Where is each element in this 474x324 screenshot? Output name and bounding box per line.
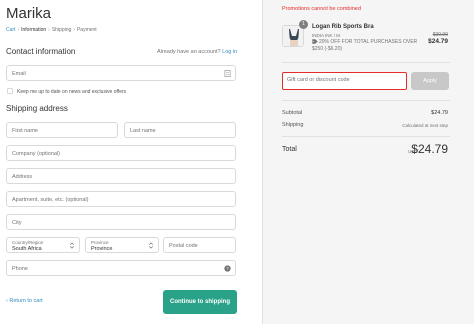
address-placeholder: Address [12,174,33,180]
postal-code-placeholder: Postal code [169,243,198,249]
total-label: Total [282,146,297,153]
email-field[interactable]: Email [6,65,236,81]
contact-title: Contact information [6,47,76,56]
discount-code-input[interactable]: Gift card or discount code [282,72,407,90]
first-name-placeholder: First name [12,128,38,134]
province-value: Province [91,246,113,252]
contact-card-icon [224,70,231,77]
divider [282,100,450,101]
chevron-updown-icon [149,242,153,249]
province-label: Province [91,240,109,245]
breadcrumb-separator: › [48,27,50,33]
country-select[interactable]: Country/Region South Africa [6,237,80,253]
login-link[interactable]: Log in [222,49,237,55]
company-field[interactable]: Company (optional) [6,145,236,161]
product-discount: 20% OFF FOR TOTAL PURCHASES OVER $250 (-… [312,39,424,53]
city-placeholder: City [12,220,22,226]
store-name: Marika [6,5,52,22]
divider [282,62,450,63]
email-placeholder: Email [12,71,26,77]
subtotal-value: $24.79 [431,110,448,116]
product-variant: INDIA INK / M [312,33,341,38]
promo-error-message: Promotions cannot be combined [282,6,361,12]
province-select[interactable]: Province Province [85,237,159,253]
shipping-title: Shipping address [6,104,68,113]
breadcrumb-payment: Payment [76,27,97,33]
company-placeholder: Company (optional) [12,151,60,157]
country-label: Country/Region [12,240,44,245]
apartment-placeholder: Apartment, suite, etc. (optional) [12,197,89,203]
breadcrumb-cart[interactable]: Cart [6,27,15,33]
quantity-badge: 1 [299,20,308,29]
breadcrumb-separator: › [17,27,20,33]
product-name: Logan Rib Sports Bra [312,24,374,30]
total-value: $24.79 [411,142,448,156]
breadcrumb-information: Information [21,27,47,33]
city-field[interactable]: City [6,214,236,230]
apartment-field[interactable]: Apartment, suite, etc. (optional) [6,191,236,207]
first-name-field[interactable]: First name [6,122,118,138]
country-value: South Africa [12,246,42,252]
address-field[interactable]: Address [6,168,236,184]
product-discount-text: 20% OFF FOR TOTAL PURCHASES OVER $250 (-… [312,39,418,52]
newsletter-checkbox[interactable] [7,88,13,94]
phone-field[interactable]: Phone ? [6,260,236,276]
postal-code-field[interactable]: Postal code [163,237,236,253]
last-name-placeholder: Last name [130,128,156,134]
return-to-cart-link[interactable]: ‹ Return to cart [6,298,43,304]
have-account-text: Already have an account? Log in [157,49,237,55]
shipping-label: Shipping [282,122,304,128]
product-price: $24.79 [428,38,448,45]
subtotal-label: Subtotal [282,110,303,116]
sports-bra-image [283,26,303,46]
divider [282,136,450,137]
breadcrumb: Cart › Information › Shipping › Payment [6,27,97,33]
have-account-label: Already have an account? [157,49,221,55]
shipping-value: Calculated at next step [402,123,448,128]
breadcrumb-shipping: Shipping [51,27,72,33]
newsletter-label: Keep me up to date on news and exclusive… [17,89,127,95]
last-name-field[interactable]: Last name [124,122,236,138]
breadcrumb-separator: › [73,27,75,33]
discount-code-placeholder: Gift card or discount code [287,77,350,83]
chevron-updown-icon [70,242,74,249]
checkout-main: Marika Cart › Information › Shipping › Payment… [0,0,262,324]
apply-button[interactable]: Apply [411,72,449,90]
continue-to-shipping-button[interactable]: Continue to shipping [163,290,237,314]
phone-placeholder: Phone [12,266,28,272]
discount-tag-icon [312,39,318,44]
help-icon[interactable]: ? [224,265,231,272]
